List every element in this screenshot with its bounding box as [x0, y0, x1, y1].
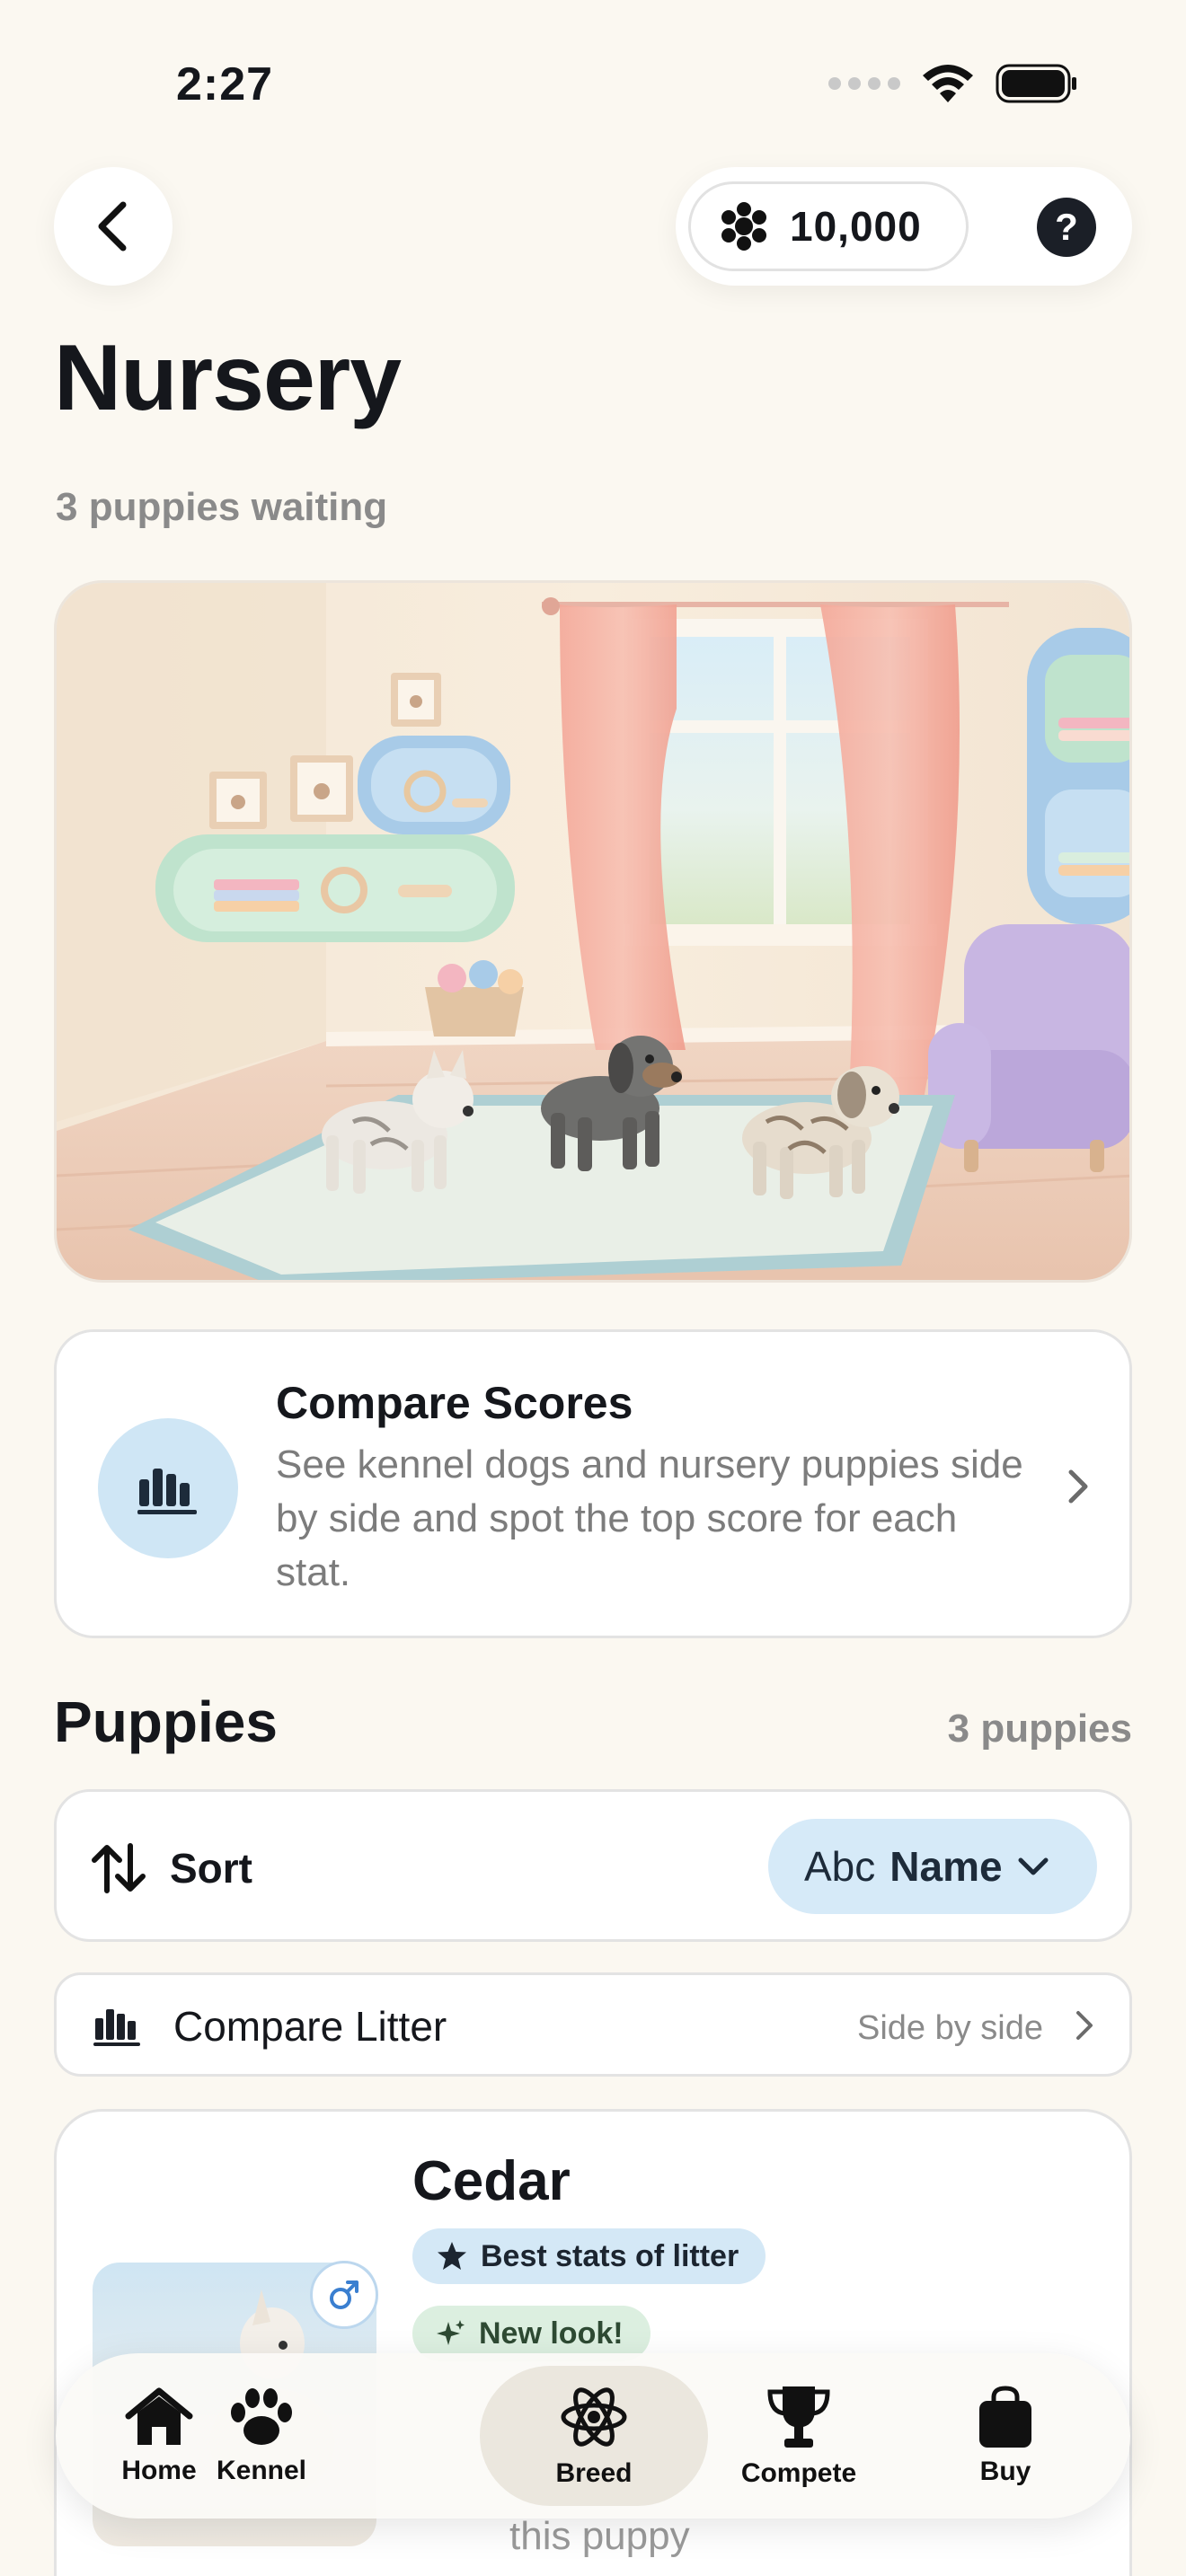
compare-scores-card[interactable]: Compare Scores See kennel dogs and nurse…	[54, 1329, 1132, 1638]
screen: 2:27 10,000 ? Nursery 3 puppies waiting …	[0, 0, 1186, 2576]
page-title: Nursery	[54, 326, 402, 430]
compare-litter-note: Side by side	[856, 2009, 1043, 2047]
bar-chart-icon	[93, 2009, 140, 2046]
tab-bar: Home Kennel Breed Compete Buy	[56, 2353, 1130, 2519]
status-icons	[828, 63, 1078, 104]
male-gender-badge	[310, 2261, 378, 2329]
shopping-bag-icon	[979, 2386, 1031, 2448]
chevron-down-icon	[1018, 1857, 1049, 1875]
battery-icon	[996, 64, 1076, 103]
tab-kennel[interactable]: Kennel	[158, 2353, 365, 2519]
best-stats-label: Best stats of litter	[481, 2238, 739, 2273]
star-icon	[438, 2242, 466, 2270]
compare-litter-label: Compare Litter	[173, 2003, 447, 2050]
sort-label: Sort	[170, 1845, 252, 1892]
tab-breed[interactable]: Breed	[491, 2353, 697, 2519]
puppies-section-title: Puppies	[54, 1689, 278, 1754]
trophy-icon	[767, 2386, 830, 2448]
sparkle-icon	[437, 2320, 465, 2345]
atom-icon	[561, 2387, 627, 2447]
tab-buy[interactable]: Buy	[902, 2353, 1109, 2519]
sort-dropdown[interactable]: Abc Name	[768, 1819, 1097, 1914]
status-time: 2:27	[176, 58, 274, 110]
sort-arrows-icon	[92, 1843, 146, 1893]
compare-icon-bg	[98, 1418, 238, 1558]
compare-scores-title: Compare Scores	[276, 1378, 633, 1428]
coin-balance[interactable]: 10,000	[688, 181, 969, 271]
new-look-label: New look!	[479, 2316, 624, 2351]
chevron-right-icon	[1068, 1469, 1088, 1504]
help-button[interactable]: ?	[1037, 198, 1096, 257]
best-stats-badge: Best stats of litter	[412, 2228, 766, 2284]
nursery-illustration	[54, 580, 1132, 1283]
cellular-signal-icon	[828, 77, 900, 90]
chevron-right-icon	[1076, 2011, 1093, 2040]
puppy-name: Cedar	[412, 2150, 571, 2212]
back-button[interactable]	[54, 167, 173, 286]
puppy-footer-text: this puppy	[509, 2514, 690, 2558]
paw-coin-icon	[721, 202, 766, 251]
header-actions: 10,000 ?	[676, 167, 1132, 286]
compare-litter-row[interactable]: Compare Litter Side by side	[54, 1972, 1132, 2077]
page-subtitle: 3 puppies waiting	[56, 485, 388, 529]
nursery-scene	[57, 583, 1129, 1280]
tab-compete[interactable]: Compete	[695, 2353, 902, 2519]
sort-value: Name	[890, 1843, 1003, 1890]
male-symbol-icon	[330, 2280, 358, 2309]
bar-chart-icon	[137, 1469, 197, 1514]
tab-compete-label: Compete	[740, 2458, 857, 2488]
wifi-icon	[923, 65, 973, 102]
tab-buy-label: Buy	[979, 2457, 1031, 2486]
tab-kennel-label: Kennel	[216, 2456, 307, 2485]
sort-abc-label: Abc	[804, 1843, 876, 1890]
compare-scores-description: See kennel dogs and nursery puppies side…	[276, 1442, 1023, 1594]
coin-amount: 10,000	[790, 203, 922, 250]
paw-icon	[231, 2388, 292, 2445]
tab-breed-label: Breed	[555, 2458, 633, 2488]
sort-bar: Sort Abc Name	[54, 1789, 1132, 1942]
puppies-count: 3 puppies	[947, 1707, 1132, 1751]
chevron-left-icon	[98, 201, 127, 251]
